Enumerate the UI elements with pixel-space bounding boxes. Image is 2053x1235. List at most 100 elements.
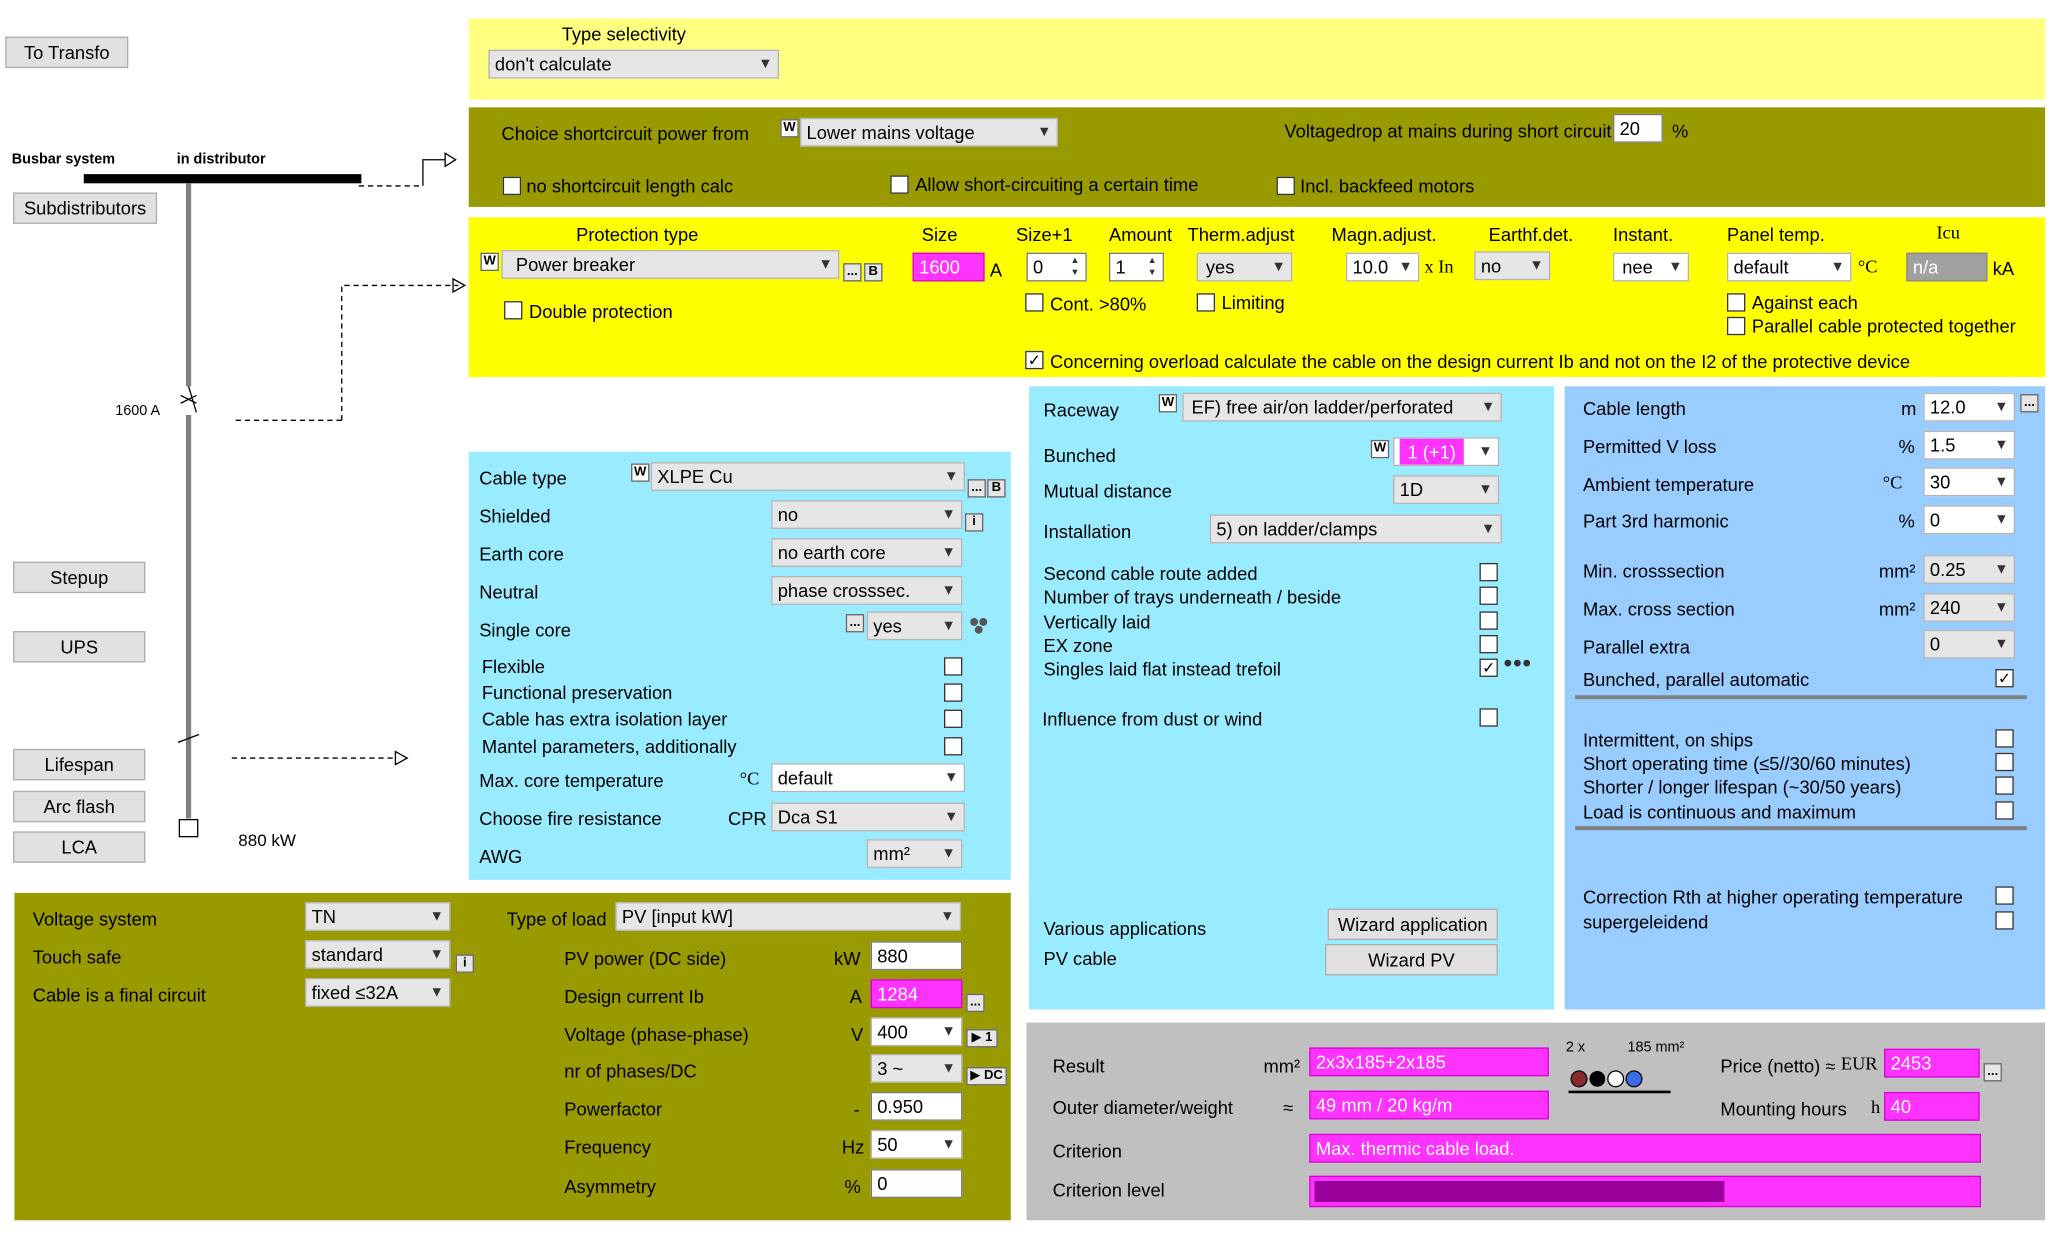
vdrop-input[interactable]: 20 [1613,113,1663,143]
prot-panel-select[interactable]: default ▼ [1726,252,1852,282]
ib-dots-button[interactable]: ... [966,993,985,1013]
max-core-temp-select[interactable]: default ▼ [771,763,965,793]
voltage-system-select[interactable]: TN ▼ [305,902,451,931]
flexible-checkbox[interactable] [944,657,963,676]
prot-size-input[interactable]: 1600 [912,252,985,282]
touch-safe-select[interactable]: standard ▼ [305,940,451,969]
against-each-checkbox[interactable] [1726,293,1746,312]
vloss-select[interactable]: 1.5 ▼ [1923,430,2016,460]
single-core-dots-button[interactable]: ... [845,614,865,633]
w-icon[interactable]: W [1370,439,1390,459]
harmonic-select[interactable]: 0 ▼ [1923,505,2016,535]
neutral-select[interactable]: phase crosssec. ▼ [771,576,963,605]
raceway-select[interactable]: EF) free air/on ladder/perforated ▼ [1182,392,1502,422]
shielded-select[interactable]: no ▼ [771,500,963,529]
single-core-select[interactable]: yes ▼ [866,611,963,641]
continuous-checkbox[interactable] [1995,801,2014,820]
spinner-arrows-icon[interactable]: ▲ ▼ [1066,255,1084,279]
mutual-distance-select[interactable]: 1D ▼ [1393,475,1500,505]
pv-power-unit: kW [834,947,861,969]
installation-select[interactable]: 5) on ladder/clamps ▼ [1209,514,1502,544]
phase-1-button[interactable]: ▶ 1 [966,1029,998,1048]
lca-button[interactable]: LCA [13,831,146,863]
w-icon[interactable]: W [480,252,499,272]
short-op-checkbox[interactable] [1995,752,2014,772]
cable-b-button[interactable]: B [987,479,1006,498]
length-dots-button[interactable]: ... [2020,394,2039,413]
load-power-label: 880 kW [238,830,297,850]
second-route-checkbox[interactable] [1479,562,1498,582]
ex-zone-checkbox[interactable] [1479,635,1498,654]
powerfactor-input[interactable]: 0.950 [870,1091,963,1121]
spinner-arrows-icon[interactable]: ▲ ▼ [1143,255,1161,279]
cable-dots-button[interactable]: ... [967,479,986,498]
prot-b-button[interactable]: B [864,263,883,282]
phases-select[interactable]: 3 ~ ▼ [870,1053,963,1083]
price-dots-button[interactable]: ... [1983,1063,2002,1082]
voltage-select[interactable]: 400 ▼ [870,1017,963,1047]
backfeed-checkbox[interactable] [1276,176,1295,196]
outer-diameter-output: 49 mm / 20 kg/m [1309,1090,1549,1120]
limiting-checkbox[interactable] [1196,293,1216,312]
superg-checkbox[interactable] [1995,911,2014,930]
trays-checkbox[interactable] [1479,586,1498,605]
parallel-prot-checkbox[interactable] [1726,316,1746,336]
prot-amount-spinner[interactable]: 1 ▲ ▼ [1108,252,1164,282]
functional-checkbox[interactable] [944,683,963,702]
overload-checkbox[interactable]: ✓ [1025,350,1044,370]
bunched-auto-checkbox[interactable]: ✓ [1995,669,2014,688]
allow-sc-checkbox[interactable] [890,175,909,194]
info-icon[interactable]: i [455,954,474,973]
w-icon[interactable]: W [780,119,799,138]
type-of-load-select[interactable]: PV [input kW] ▼ [615,902,962,931]
no-sc-checkbox[interactable] [502,176,522,196]
sc-choice-select[interactable]: Lower mains voltage ▼ [799,117,1058,147]
info-icon[interactable]: i [964,513,984,532]
min-cs-select[interactable]: 0.25 ▼ [1923,555,2016,584]
intermittent-checkbox[interactable] [1995,729,2014,748]
prot-therm-select[interactable]: yes ▼ [1196,252,1293,282]
vertical-checkbox[interactable] [1479,611,1498,630]
ups-button[interactable]: UPS [13,631,146,663]
wizard-application-button[interactable]: Wizard application [1327,908,1498,941]
singles-flat-checkbox[interactable]: ✓ [1479,658,1498,677]
dust-wind-checkbox[interactable] [1479,708,1498,727]
dust-wind-label: Influence from dust or wind [1042,708,1263,730]
subdistributors-button[interactable]: Subdistributors [13,192,158,224]
prot-type-select[interactable]: Power breaker ▼ [501,250,840,279]
wizard-pv-button[interactable]: Wizard PV [1325,944,1498,976]
pv-power-input[interactable]: 880 [870,941,963,971]
prot-earth-select[interactable]: no ▼ [1474,251,1551,281]
correction-checkbox[interactable] [1995,886,2014,905]
mantel-checkbox[interactable] [944,737,963,756]
prot-magn-select[interactable]: 10.0 ▼ [1345,252,1420,282]
fire-resistance-select[interactable]: Dca S1 ▼ [771,802,965,832]
ambient-select[interactable]: 30 ▼ [1923,467,2016,497]
arc-flash-button[interactable]: Arc flash [13,790,146,823]
awg-select[interactable]: mm² ▼ [866,839,963,869]
asymmetry-input[interactable]: 0 [870,1169,963,1199]
chevron-down-icon: ▼ [1480,399,1496,416]
w-icon[interactable]: W [1158,394,1178,413]
lifespan-checkbox[interactable] [1995,776,2014,795]
max-cs-select[interactable]: 240 ▼ [1923,593,2016,622]
earth-core-select[interactable]: no earth core ▼ [771,538,963,567]
prot-inst-select[interactable]: nee ▼ [1613,252,1689,282]
cable-type-select[interactable]: XLPE Cu ▼ [650,462,965,491]
double-protection-checkbox[interactable] [504,301,523,320]
bunched-select[interactable]: 1 (+1) ▼ [1393,437,1500,467]
w-icon[interactable]: W [631,463,650,482]
frequency-select[interactable]: 50 ▼ [870,1129,963,1159]
parallel-extra-select[interactable]: 0 ▼ [1923,629,2016,659]
dc-button[interactable]: ▶ DC [966,1067,1007,1086]
cable-length-select[interactable]: 12.0 ▼ [1923,392,2016,422]
lifespan-button[interactable]: Lifespan [13,748,146,781]
cont80-checkbox[interactable] [1025,293,1044,312]
prot-size1-spinner[interactable]: 0 ▲ ▼ [1026,252,1087,282]
selectivity-select[interactable]: don't calculate ▼ [488,49,780,79]
to-transfo-button[interactable]: To Transfo [5,36,129,69]
extra-iso-checkbox[interactable] [944,709,963,728]
final-circuit-select[interactable]: fixed ≤32A ▼ [305,978,451,1007]
stepup-button[interactable]: Stepup [13,561,146,594]
prot-dots-button[interactable]: ... [843,263,862,282]
